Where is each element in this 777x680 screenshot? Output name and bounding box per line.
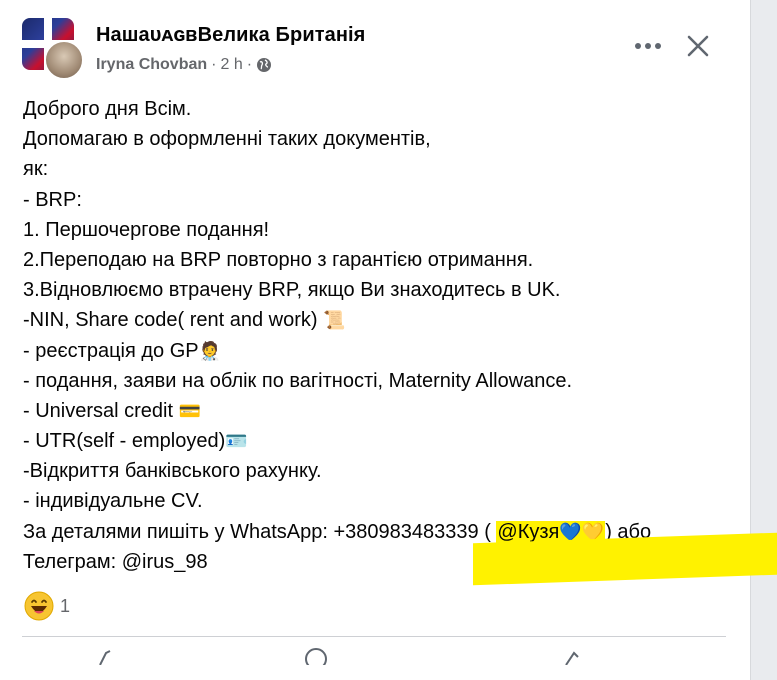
- post-line-text: -NIN, Share code( rent and work): [23, 309, 324, 332]
- post-line: - індивідуальне CV.: [23, 490, 203, 513]
- group-name-link[interactable]: НашаᴜᴀɢʙВелика Британія: [96, 24, 365, 47]
- post-line: -Відкриття банківського рахунку.: [23, 460, 322, 483]
- id-card-icon: 🪪: [225, 431, 248, 453]
- credit-card-icon: 💳: [178, 400, 202, 422]
- post-line: 3.Відновлюємо втрачену BRP, якщо Ви знах…: [23, 279, 561, 302]
- author-name-link[interactable]: Iryna Chovban: [96, 56, 207, 74]
- post-line: - реєстрація до GP🧑‍⚕️: [23, 336, 743, 366]
- post-line-text: - UTR(self - employed): [23, 430, 226, 453]
- reaction-count: 1: [60, 595, 71, 616]
- mention-link[interactable]: @Кузя: [497, 521, 559, 543]
- post-line: - подання, заяви на облік по вагітності,…: [23, 369, 573, 392]
- post-line: - Universal credit 💳: [23, 396, 743, 426]
- post-line: -NIN, Share code( rent and work) 📜: [23, 305, 743, 335]
- post-header: НашаᴜᴀɢʙВелика Британія Iryna Chovban · …: [22, 14, 750, 84]
- globe-icon: [257, 58, 272, 72]
- post-line: - BRP:: [23, 188, 82, 211]
- action-bar: [0, 645, 750, 665]
- author-avatar[interactable]: [44, 40, 84, 80]
- post-body: Доброго дня Всім. Допомагаю в оформленні…: [23, 94, 743, 577]
- meta-separator: ·: [211, 56, 217, 73]
- close-icon[interactable]: [682, 30, 714, 62]
- post-line: - UTR(self - employed)🪪: [23, 426, 743, 456]
- like-icon[interactable]: [96, 645, 120, 665]
- post-line: як:: [23, 158, 49, 181]
- doctor-icon: 🧑‍⚕️: [198, 340, 222, 362]
- reactions-bar[interactable]: 1: [24, 591, 70, 621]
- post-time-link[interactable]: 2 h: [220, 56, 242, 74]
- comment-icon[interactable]: [304, 645, 328, 665]
- post-line-text: За деталями пишіть у WhatsApp: +38098348…: [23, 520, 497, 543]
- divider: [22, 636, 726, 637]
- post-line: 1. Першочергове подання!: [23, 218, 270, 241]
- post-line-text: - реєстрація до GP: [23, 339, 199, 362]
- post-line: 2.Переподаю на BRP повторно з гарантією …: [23, 248, 534, 271]
- meta-separator-2: ·: [246, 56, 253, 73]
- post-line-text: - Universal credit: [23, 399, 179, 422]
- post-line: Допомагаю в оформленні таких документів,: [23, 128, 431, 151]
- post-line: Доброго дня Всім.: [23, 98, 192, 120]
- post-meta: Iryna Chovban · 2 h ·: [96, 56, 272, 74]
- more-options-icon[interactable]: [631, 36, 665, 56]
- group-avatar[interactable]: [22, 18, 84, 80]
- scroll-icon: 📜: [323, 310, 346, 332]
- share-icon[interactable]: [560, 645, 584, 665]
- laughing-face-icon: [24, 591, 54, 621]
